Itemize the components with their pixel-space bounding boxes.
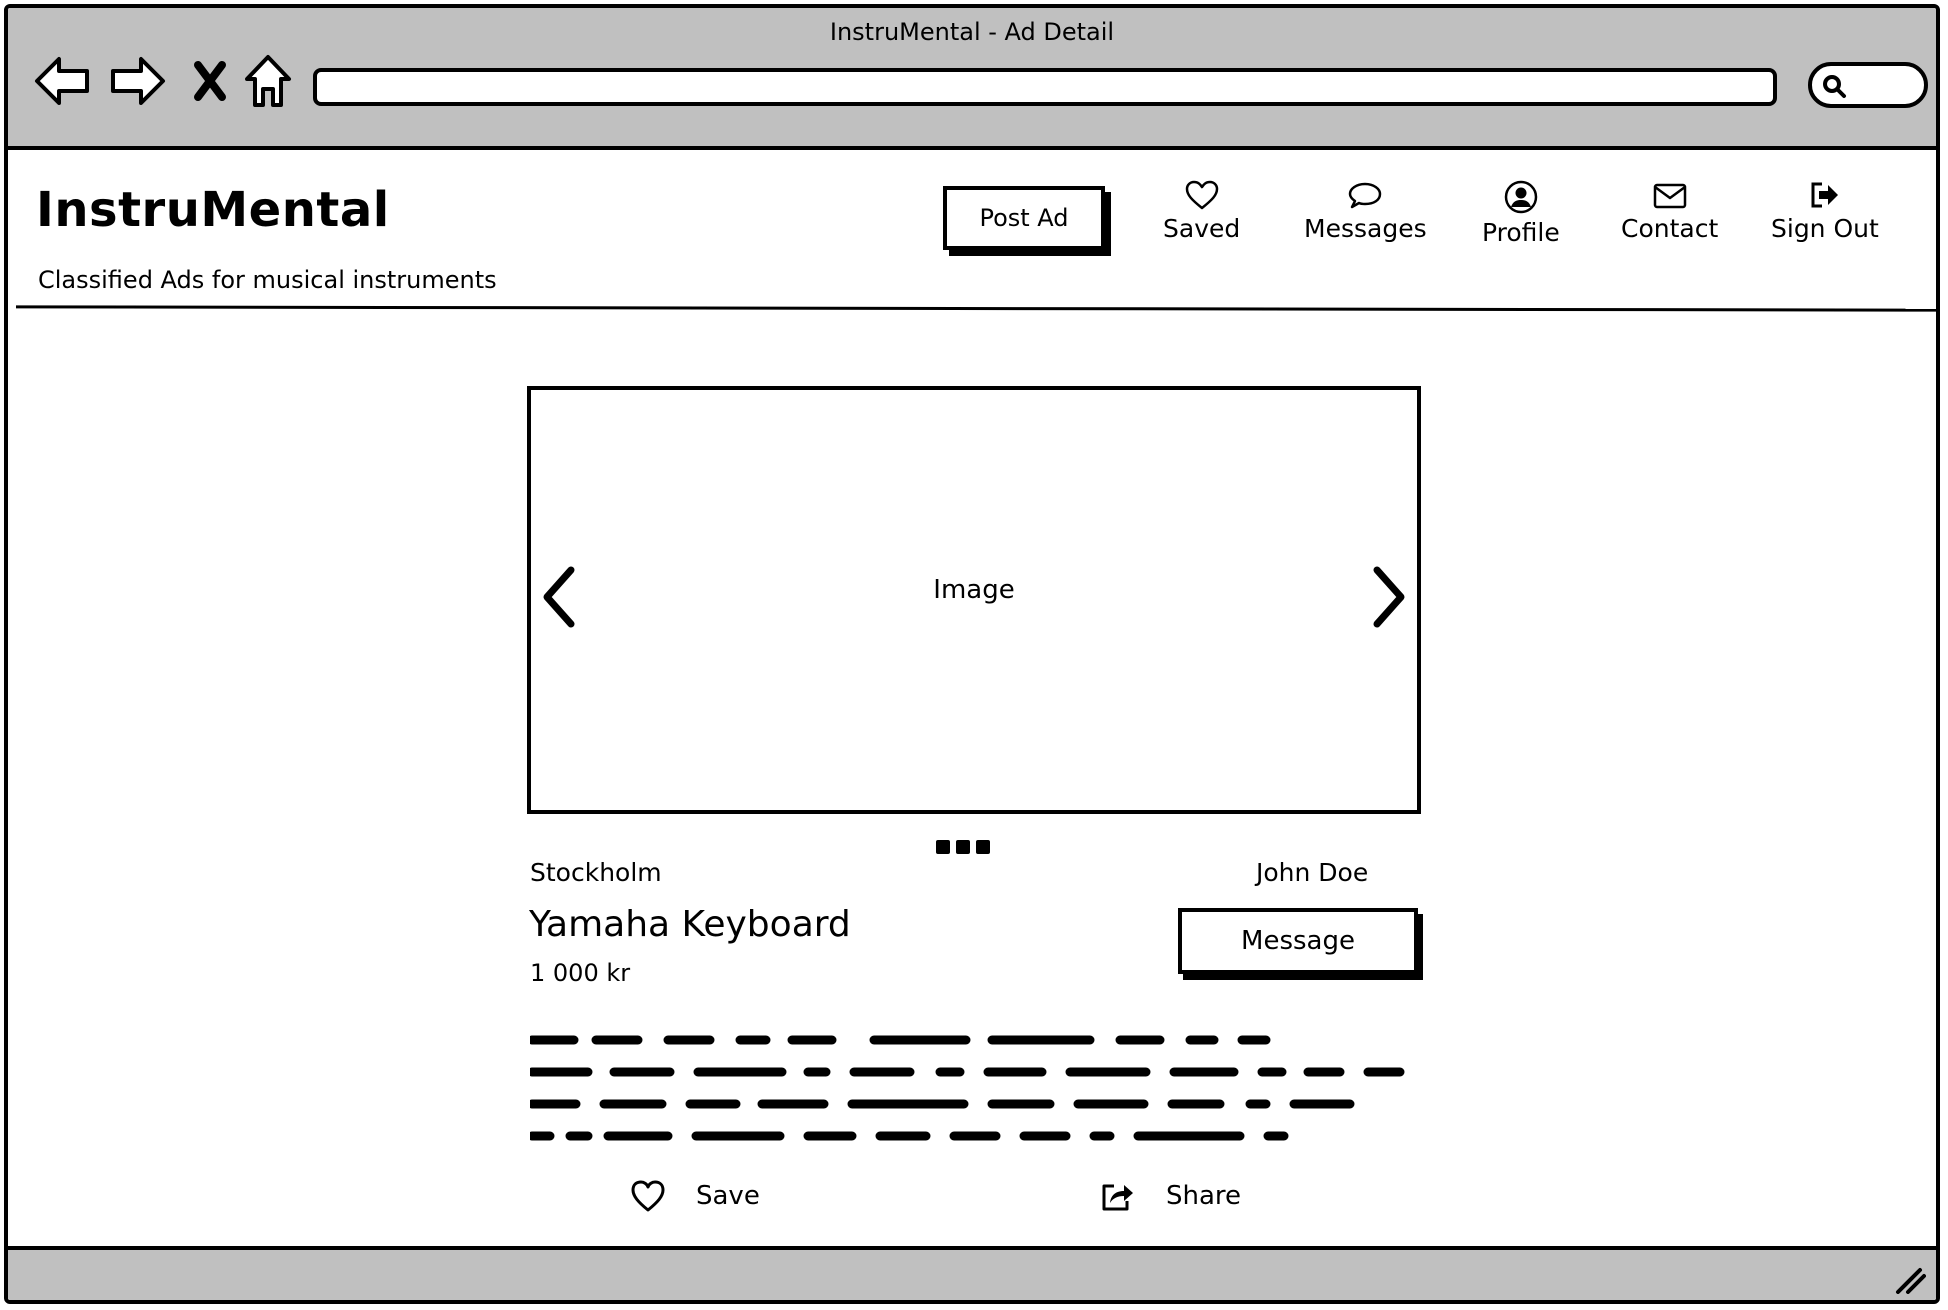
header-divider [15, 305, 1936, 312]
ad-description [530, 1035, 1405, 1141]
ad-title: Yamaha Keyboard [529, 904, 851, 945]
back-button[interactable] [32, 50, 92, 112]
share-icon [1102, 1184, 1133, 1211]
share-ad-button[interactable]: Share [1100, 1180, 1241, 1212]
back-arrow-icon [35, 57, 89, 105]
nav-messages-label: Messages [1304, 214, 1427, 243]
nav-profile[interactable]: Profile [1482, 180, 1560, 247]
seller-name[interactable]: John Doe [1256, 858, 1368, 887]
carousel-next-button[interactable] [1367, 562, 1411, 632]
ad-price: 1 000 kr [530, 959, 631, 987]
message-seller-button[interactable]: Message [1178, 908, 1418, 974]
browser-window: InstruMental - Ad Detail InstruMental Cl… [4, 4, 1940, 1304]
carousel-pagination[interactable] [936, 840, 990, 854]
chat-bubble-icon [1349, 182, 1382, 209]
nav-sign-out[interactable]: Sign Out [1771, 180, 1879, 243]
carousel-dot[interactable] [936, 840, 950, 854]
stop-button[interactable] [180, 50, 240, 112]
user-circle-icon [1504, 180, 1538, 214]
close-icon [194, 61, 226, 101]
sign-out-icon [1811, 182, 1838, 208]
site-header: InstruMental Classified Ads for musical … [8, 150, 1936, 315]
carousel-dot[interactable] [956, 840, 970, 854]
nav-messages[interactable]: Messages [1304, 180, 1427, 243]
nav-profile-label: Profile [1482, 218, 1560, 247]
search-icon [1823, 75, 1846, 98]
browser-titlebar: InstruMental - Ad Detail [8, 8, 1936, 150]
browser-search-field[interactable] [1808, 62, 1928, 108]
heart-icon [631, 1180, 665, 1212]
nav-sign-out-label: Sign Out [1771, 214, 1879, 243]
browser-statusbar [8, 1246, 1936, 1300]
site-tagline: Classified Ads for musical instruments [38, 266, 497, 294]
chevron-right-icon [1373, 566, 1405, 628]
save-ad-label: Save [696, 1181, 760, 1211]
forward-button[interactable] [108, 50, 168, 112]
share-ad-label: Share [1166, 1181, 1242, 1211]
carousel-dot[interactable] [976, 840, 990, 854]
forward-arrow-icon [111, 57, 165, 105]
envelope-icon [1653, 183, 1686, 209]
nav-contact[interactable]: Contact [1621, 180, 1718, 243]
address-bar[interactable] [313, 68, 1777, 106]
resize-grip-icon[interactable] [1894, 1266, 1926, 1294]
nav-saved[interactable]: Saved [1163, 180, 1240, 243]
image-placeholder-label: Image [933, 575, 1015, 605]
image-carousel[interactable]: Image [527, 386, 1421, 814]
chevron-left-icon [543, 566, 575, 628]
heart-icon [1185, 180, 1218, 210]
post-ad-button[interactable]: Post Ad [943, 186, 1105, 250]
home-icon [245, 55, 291, 107]
carousel-prev-button[interactable] [537, 562, 581, 632]
nav-saved-label: Saved [1163, 214, 1241, 243]
site-logo[interactable]: InstruMental [36, 182, 390, 238]
ad-location: Stockholm [530, 858, 662, 887]
window-title: InstruMental - Ad Detail [829, 18, 1115, 46]
home-button[interactable] [238, 50, 298, 112]
save-ad-button[interactable]: Save [630, 1180, 760, 1212]
nav-contact-label: Contact [1621, 214, 1719, 243]
